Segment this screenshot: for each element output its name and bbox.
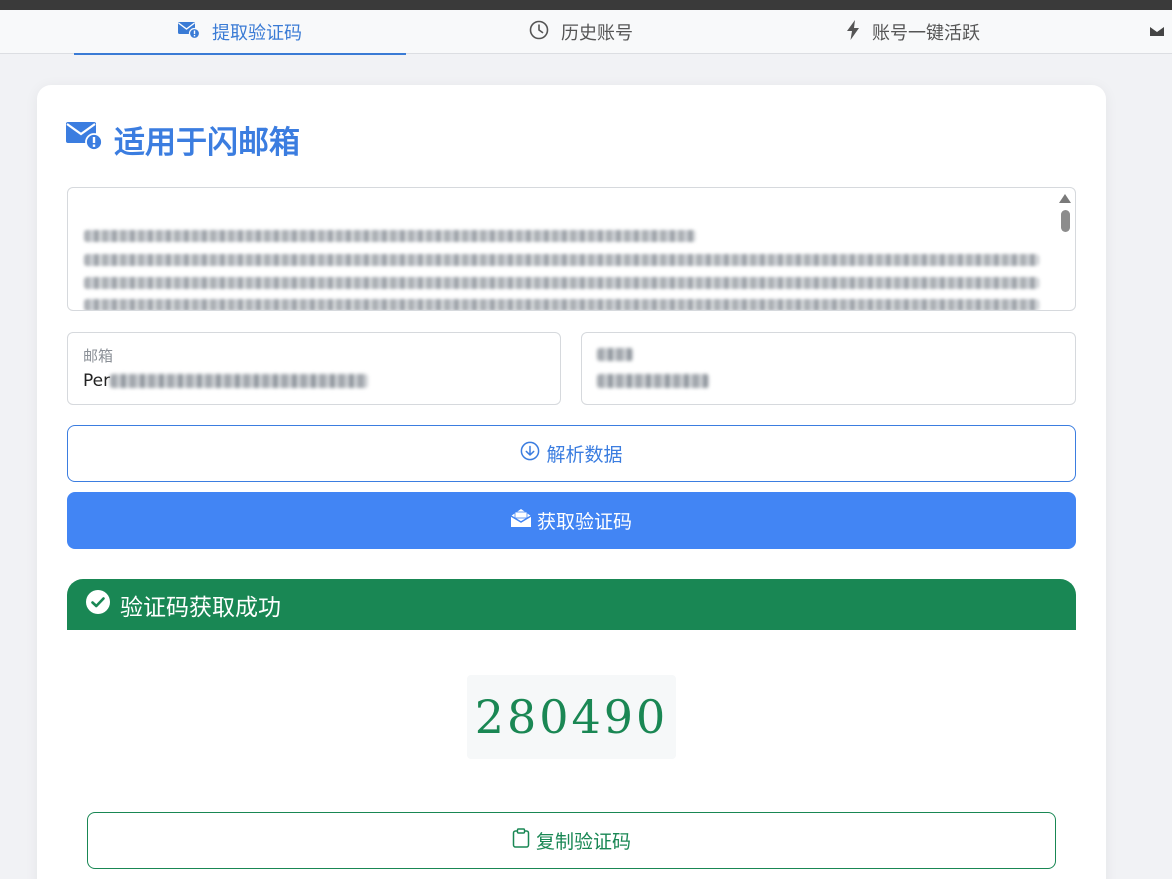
card-heading: 适用于闪邮箱 <box>66 117 300 161</box>
success-message: 验证码获取成功 <box>120 594 281 621</box>
parse-data-label: 解析数据 <box>546 444 623 466</box>
tab-extract-code-label: 提取验证码 <box>212 23 302 44</box>
get-code-label: 获取验证码 <box>536 511 632 533</box>
window-top-strip <box>0 0 1172 10</box>
arrow-down-circle-icon <box>520 441 540 466</box>
tab-bar: 提取验证码 历史账号 账号一键活跃 <box>0 10 1172 55</box>
copy-code-button[interactable]: 复制验证码 <box>87 812 1056 869</box>
tab-one-click-activate-label: 账号一键活跃 <box>872 23 980 44</box>
success-banner: 验证码获取成功 <box>67 579 1076 630</box>
clipboard-icon <box>512 828 530 853</box>
envelope-alert-icon <box>66 119 104 159</box>
clock-icon <box>529 20 549 45</box>
card-title: 适用于闪邮箱 <box>114 124 300 161</box>
parse-data-button[interactable]: 解析数据 <box>67 425 1076 482</box>
verification-code: 280490 <box>467 675 676 759</box>
tab-history-accounts-label: 历史账号 <box>561 23 633 44</box>
email-field[interactable]: 邮箱 Per <box>67 332 561 405</box>
tab-history-accounts[interactable]: 历史账号 <box>415 10 747 54</box>
get-code-button[interactable]: 获取验证码 <box>67 492 1076 549</box>
redacted-label <box>597 348 633 361</box>
email-field-value: Per <box>83 371 369 391</box>
scrollbar-thumb[interactable] <box>1061 210 1070 232</box>
password-field-value <box>597 371 709 391</box>
redacted-text-line <box>84 254 1039 266</box>
envelope-open-icon <box>510 509 532 532</box>
redacted-password <box>597 374 709 388</box>
password-field[interactable] <box>581 332 1076 405</box>
main-card: 适用于闪邮箱 邮箱 Per 解析数据 获取验证码 验证码获取成功 280490 … <box>37 85 1106 879</box>
redacted-text-line <box>84 277 1039 289</box>
redacted-text-line <box>84 230 696 242</box>
envelope-icon <box>1150 22 1164 43</box>
redacted-text-line <box>84 299 1039 310</box>
bolt-icon <box>846 19 860 45</box>
copy-code-label: 复制验证码 <box>535 831 631 853</box>
password-field-label <box>597 345 633 363</box>
email-field-label: 邮箱 <box>83 347 114 365</box>
email-value-visible: Per <box>83 371 111 391</box>
envelope-alert-icon <box>178 21 201 44</box>
check-circle-icon <box>86 589 110 620</box>
scrollbar-up-arrow[interactable] <box>1059 194 1071 203</box>
tab-one-click-activate[interactable]: 账号一键活跃 <box>747 10 1079 54</box>
redacted-email <box>110 374 369 388</box>
tab-overflow-partial[interactable] <box>1150 10 1172 54</box>
tab-extract-code[interactable]: 提取验证码 <box>74 10 406 55</box>
raw-data-textarea[interactable] <box>67 187 1076 311</box>
